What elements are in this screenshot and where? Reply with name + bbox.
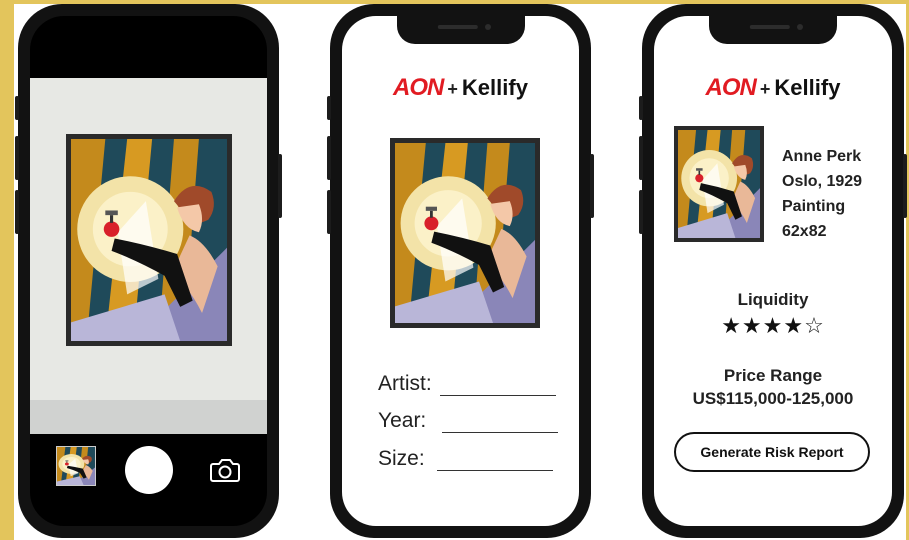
gallery-thumbnail[interactable]: [56, 446, 96, 486]
volume-down-button: [639, 190, 643, 234]
liquidity-label: Liquidity: [737, 290, 809, 309]
liquidity-star-rating: ★★★★☆: [721, 313, 825, 338]
phone-results-screen: AON + Kellify Anne Perk Oslo, 1929 Paintin…: [639, 4, 907, 538]
artwork-origin: Oslo, 1929: [782, 173, 863, 190]
artwork-medium: Painting: [782, 198, 846, 215]
camera-screen: [30, 16, 267, 526]
artwork-in-viewfinder: [66, 134, 232, 346]
power-button: [278, 154, 282, 218]
artist-label: Artist:: [378, 372, 432, 395]
artwork-image-frame: [390, 138, 540, 328]
size-input-line[interactable]: [436, 452, 553, 471]
decorative-border-left: [0, 0, 14, 540]
viewfinder-bottom-bar: [30, 400, 267, 434]
artist-field[interactable]: Artist:: [378, 372, 556, 396]
power-button: [903, 154, 907, 218]
results-screen: AON + Kellify Anne Perk Oslo, 1929 Paintin…: [654, 16, 892, 526]
mute-switch: [15, 96, 19, 120]
artist-name: Anne Perk: [782, 148, 862, 165]
size-label: Size:: [378, 447, 425, 470]
aon-kellify-logo: AON + Kellify: [654, 74, 892, 102]
volume-down-button: [15, 190, 19, 234]
shutter-button[interactable]: [124, 446, 173, 494]
logo-plus: +: [447, 79, 458, 99]
volume-up-button: [327, 136, 331, 180]
aon-kellify-logo: AON + Kellify: [342, 74, 579, 102]
artwork-dimensions: 62x82: [782, 223, 827, 240]
camera-icon[interactable]: [209, 456, 241, 484]
year-label: Year:: [378, 409, 427, 432]
camera-viewfinder: [30, 78, 267, 434]
kellify-logo: Kellify: [774, 75, 841, 100]
aon-logo: AON: [393, 74, 444, 101]
kellify-logo: Kellify: [461, 75, 528, 100]
year-input-line[interactable]: [442, 414, 559, 433]
mute-switch: [327, 96, 331, 120]
volume-down-button: [327, 190, 331, 234]
power-button: [590, 154, 594, 218]
aon-logo: AON: [705, 74, 757, 101]
logo-plus: +: [759, 79, 771, 99]
artist-input-line[interactable]: [439, 377, 556, 396]
price-range-value: US$115,000-125,000: [692, 389, 854, 408]
phone-identify-screen: AON + Kellify Artist: Year: Size:: [327, 4, 594, 538]
phone-notch: [396, 16, 525, 44]
price-range-label: Price Range: [723, 366, 823, 385]
artwork-thumbnail: [674, 126, 764, 242]
identify-screen: AON + Kellify Artist: Year: Size:: [342, 16, 579, 526]
artwork-details: Anne Perk Oslo, 1929 Painting 62x82: [782, 144, 862, 244]
volume-up-button: [639, 136, 643, 180]
mute-switch: [639, 96, 643, 120]
phone-camera-screen: [15, 4, 282, 538]
generate-risk-report-button[interactable]: Generate Risk Report: [674, 432, 870, 472]
volume-up-button: [15, 136, 19, 180]
artwork-image: [395, 143, 535, 323]
size-field[interactable]: Size:: [378, 447, 553, 471]
artwork-image: [678, 130, 760, 238]
artwork-image: [71, 139, 227, 341]
phone-notch: [709, 16, 837, 44]
thumbnail-image: [57, 447, 95, 485]
year-field[interactable]: Year:: [378, 409, 559, 433]
